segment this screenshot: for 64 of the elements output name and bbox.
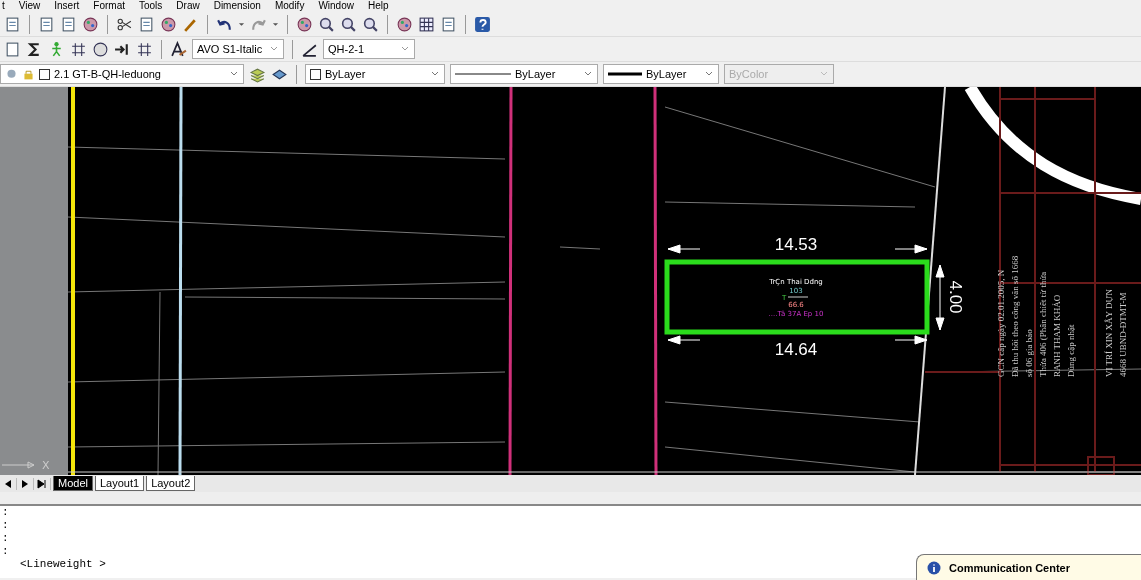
page-icon[interactable] [4, 40, 21, 58]
layer-dropdown[interactable]: 2.1 GT-B-QH-leduong [0, 64, 244, 84]
tool-icon[interactable] [160, 15, 177, 33]
zoom-icon[interactable] [340, 15, 357, 33]
linetype-dropdown[interactable]: ByLayer [450, 64, 598, 84]
tool-icon[interactable] [296, 15, 313, 33]
page-icon[interactable] [440, 15, 457, 33]
page-icon[interactable] [138, 15, 155, 33]
note-text: số 06 gia bảo [1024, 329, 1034, 377]
page-icon[interactable] [4, 15, 21, 33]
dimension-arrow [935, 264, 945, 331]
note-text: VỊ TRÍ XIN XÂY DỰN [1104, 289, 1114, 377]
grid-icon[interactable] [70, 40, 87, 58]
command-line-text: : [2, 532, 9, 545]
menu-item[interactable]: Insert [54, 0, 80, 12]
ucs-axis-label: X [42, 459, 50, 472]
zoom-icon[interactable] [318, 15, 335, 33]
menu-item[interactable]: Window [318, 0, 354, 12]
menu-item[interactable]: Help [367, 0, 389, 12]
page-icon[interactable] [60, 15, 77, 33]
menu-item[interactable]: Draw [176, 0, 200, 12]
menu-item[interactable]: Dimension [213, 0, 261, 12]
note-text: RANH THAM KHẢO [1052, 294, 1062, 377]
page-icon[interactable] [38, 15, 55, 33]
layout-tab[interactable]: Model [53, 476, 93, 491]
zoom-icon[interactable] [362, 15, 379, 33]
notification-title: Communication Center [949, 561, 1070, 574]
dimension-text: 14.53 [774, 235, 818, 254]
last-tab-arrow-icon[interactable] [36, 477, 51, 490]
layout-tab[interactable]: Layout2 [146, 476, 196, 491]
note-text: GCN cấp ngày 02.01.2005, N [996, 269, 1006, 377]
text-style-icon[interactable] [170, 40, 187, 58]
menu-item[interactable]: Format [93, 0, 125, 12]
note-text: Dùng cập nhật [1066, 324, 1076, 377]
command-line-text: : [2, 506, 9, 519]
note-text: Thửa 406 (Phân chiết từ thửa [1038, 271, 1048, 377]
command-line-text: <Lineweight > [19, 558, 106, 571]
info-icon [927, 560, 941, 575]
menu-item[interactable]: Modify [274, 0, 305, 12]
line-sample-icon [455, 72, 511, 76]
grid-icon[interactable] [136, 40, 153, 58]
next-tab-arrow-icon[interactable] [19, 477, 34, 490]
ucs-axis-icon [1, 461, 35, 469]
tool-icon[interactable] [92, 40, 109, 58]
layout-tab[interactable]: Layout1 [94, 476, 145, 491]
help-icon[interactable] [474, 15, 491, 33]
lineweight-dropdown[interactable]: ByLayer [603, 64, 719, 84]
dimension-style-dropdown[interactable]: QH-2-1 [323, 39, 415, 59]
menu-item[interactable]: t [2, 0, 5, 12]
text-style-dropdown[interactable]: AVO S1-Italic [192, 39, 284, 59]
line-sample-icon [608, 72, 642, 76]
command-line-text: : [2, 545, 9, 558]
note-text: Đã thu hồi theo công văn số 1668 [1010, 255, 1020, 377]
dimension-text: 4.00 [946, 280, 965, 314]
note-text: 4668 UBND-ĐTMT-M [1118, 292, 1128, 377]
command-line-text: : [2, 519, 9, 532]
dimension-text: 14.64 [774, 340, 818, 359]
menu-item[interactable]: Tools [138, 0, 163, 12]
tool-icon[interactable] [82, 15, 99, 33]
grid-icon[interactable] [418, 15, 435, 33]
color-dropdown[interactable]: ByLayer [305, 64, 445, 84]
tool-icon[interactable] [396, 15, 413, 33]
fraction-line [787, 296, 809, 298]
menu-item[interactable]: View [18, 0, 41, 12]
